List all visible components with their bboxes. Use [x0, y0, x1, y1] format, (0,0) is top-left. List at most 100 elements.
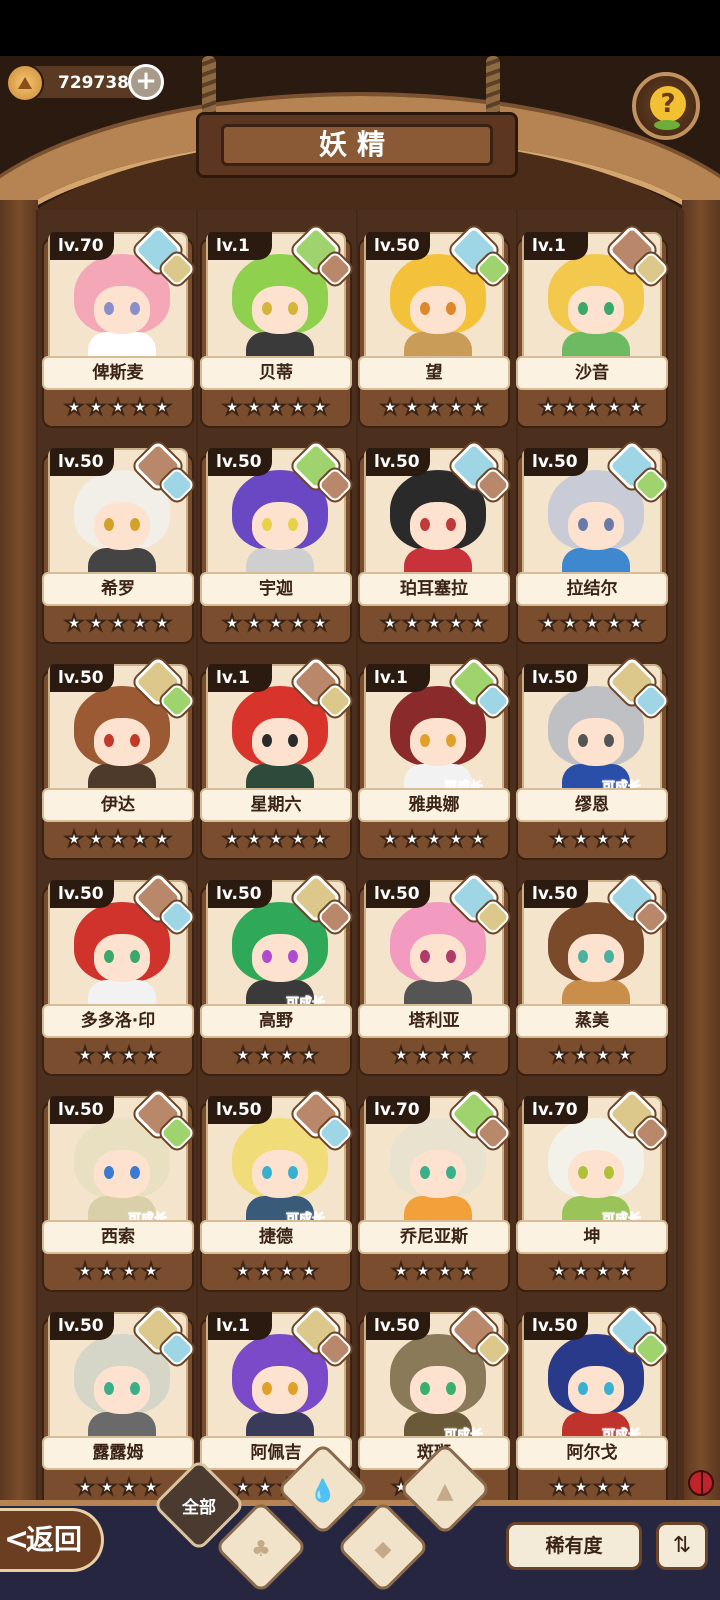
fairy-card[interactable]: lv.50 多多洛·印 ★ ★ ★ ★	[42, 872, 196, 1076]
star-icon: ★	[401, 394, 423, 420]
star-icon: ★	[559, 610, 581, 636]
star-icon: ★	[287, 394, 309, 420]
card-level: lv.50	[208, 448, 272, 476]
card-stars: ★ ★ ★ ★ ★	[516, 610, 668, 636]
star-icon: ★	[74, 1258, 96, 1284]
card-stars: ★ ★ ★ ★ ★	[42, 826, 194, 852]
fairy-card[interactable]: lv.50 拉结尔 ★ ★ ★ ★ ★	[516, 440, 670, 644]
card-level: lv.50	[366, 448, 430, 476]
star-icon: ★	[379, 610, 401, 636]
card-stars: ★ ★ ★ ★ ★	[200, 610, 352, 636]
back-button[interactable]: < 返回	[0, 1508, 104, 1572]
star-icon: ★	[118, 1258, 140, 1284]
star-icon: ★	[401, 826, 423, 852]
card-name: 俾斯麦	[42, 356, 194, 390]
card-level: lv.70	[366, 1096, 430, 1124]
star-icon: ★	[221, 826, 243, 852]
fairy-card[interactable]: lv.50 望 ★ ★ ★ ★ ★	[358, 224, 512, 428]
fairy-card[interactable]: lv.70 俾斯麦 ★ ★ ★ ★ ★	[42, 224, 196, 428]
star-icon: ★	[570, 1474, 592, 1500]
star-icon: ★	[221, 610, 243, 636]
card-name: 拉结尔	[516, 572, 668, 606]
star-icon: ★	[423, 826, 445, 852]
card-name: 雅典娜	[358, 788, 510, 822]
card-level: lv.50	[524, 1312, 588, 1340]
fairy-card[interactable]: lv.50 可成长 捷德 ★★★★	[200, 1088, 354, 1292]
star-icon: ★	[614, 1258, 636, 1284]
star-icon: ★	[445, 610, 467, 636]
star-icon: ★	[254, 1042, 276, 1068]
card-name: 坤	[516, 1220, 668, 1254]
grass-filter-icon: ♣	[251, 1536, 271, 1562]
fairy-card[interactable]: lv.1 星期六 ★ ★ ★ ★ ★	[200, 656, 354, 860]
fairy-card[interactable]: lv.50 塔利亚 ★ ★ ★ ★	[358, 872, 512, 1076]
sort-rarity-button[interactable]: 稀有度	[506, 1522, 642, 1570]
card-level: lv.50	[524, 880, 588, 908]
fairy-card[interactable]: lv.1 贝蒂 ★ ★ ★ ★ ★	[200, 224, 354, 428]
star-icon: ★	[603, 394, 625, 420]
star-icon: ★	[151, 826, 173, 852]
star-icon: ★	[434, 1042, 456, 1068]
fairy-card[interactable]: lv.50 可成长 西索 ★★★★	[42, 1088, 196, 1292]
star-icon: ★	[548, 1042, 570, 1068]
fairy-card[interactable]: lv.70 乔尼亚斯 ★ ★ ★ ★	[358, 1088, 512, 1292]
ladybug-icon[interactable]	[688, 1470, 714, 1496]
star-icon: ★	[625, 394, 647, 420]
card-name: 伊达	[42, 788, 194, 822]
fairy-card[interactable]: lv.1 可成长 雅典娜 ★★★★★	[358, 656, 512, 860]
star-icon: ★	[140, 1042, 162, 1068]
star-icon: ★	[298, 1042, 320, 1068]
filter-all-label: 全部	[182, 1497, 216, 1518]
star-icon: ★	[548, 1258, 570, 1284]
star-icon: ★	[412, 1258, 434, 1284]
sort-order-button[interactable]: ⇅	[656, 1522, 708, 1570]
fairy-card[interactable]: lv.50 希罗 ★ ★ ★ ★ ★	[42, 440, 196, 644]
star-icon: ★	[232, 1042, 254, 1068]
card-stars: ★★★★	[42, 1042, 194, 1068]
card-level: lv.50	[524, 664, 588, 692]
card-name: 露露姆	[42, 1436, 194, 1470]
star-icon: ★	[118, 1474, 140, 1500]
star-icon: ★	[456, 1258, 478, 1284]
fairy-card[interactable]: lv.50 可成长 高野 ★★★★	[200, 872, 354, 1076]
card-level: lv.50	[50, 448, 114, 476]
card-stars: ★ ★ ★ ★ ★	[358, 394, 510, 420]
fairy-card[interactable]: lv.50 可成长 缪恩 ★★★★	[516, 656, 670, 860]
star-icon: ★	[74, 1042, 96, 1068]
star-icon: ★	[151, 610, 173, 636]
fairy-card[interactable]: lv.50 伊达 ★ ★ ★ ★ ★	[42, 656, 196, 860]
help-button[interactable]: ?	[632, 72, 700, 140]
star-icon: ★	[221, 394, 243, 420]
star-icon: ★	[243, 610, 265, 636]
star-icon: ★	[118, 1042, 140, 1068]
fairy-card[interactable]: lv.50 蒸美 ★ ★ ★ ★	[516, 872, 670, 1076]
fairy-card[interactable]: lv.50 珀耳塞拉 ★ ★ ★ ★ ★	[358, 440, 512, 644]
card-name: 望	[358, 356, 510, 390]
card-level: lv.50	[208, 1096, 272, 1124]
fairy-card[interactable]: lv.70 可成长 坤 ★★★★	[516, 1088, 670, 1292]
star-icon: ★	[129, 610, 151, 636]
left-pillar	[0, 200, 38, 1500]
fairy-card[interactable]: lv.50 宇迦 ★ ★ ★ ★ ★	[200, 440, 354, 644]
fairy-card[interactable]: lv.50 可成长 阿尔戈 ★★★★	[516, 1304, 670, 1508]
star-icon: ★	[570, 1042, 592, 1068]
fairy-card[interactable]: lv.50 露露姆 ★ ★ ★ ★	[42, 1304, 196, 1508]
card-name: 珀耳塞拉	[358, 572, 510, 606]
water-filter-icon: 💧	[309, 1478, 337, 1504]
star-icon: ★	[129, 826, 151, 852]
star-icon: ★	[287, 610, 309, 636]
star-icon: ★	[412, 1042, 434, 1068]
card-stars: ★ ★ ★ ★ ★	[42, 610, 194, 636]
card-stars: ★★★★	[516, 1042, 668, 1068]
star-icon: ★	[379, 394, 401, 420]
star-icon: ★	[140, 1474, 162, 1500]
star-icon: ★	[85, 610, 107, 636]
add-currency-button[interactable]: +	[128, 64, 164, 100]
fairy-card[interactable]: lv.1 沙音 ★ ★ ★ ★ ★	[516, 224, 670, 428]
star-icon: ★	[570, 1258, 592, 1284]
card-name: 贝蒂	[200, 356, 352, 390]
card-stars: ★ ★ ★ ★ ★	[200, 826, 352, 852]
star-icon: ★	[423, 394, 445, 420]
star-icon: ★	[63, 826, 85, 852]
card-stars: ★★★★	[516, 826, 668, 852]
